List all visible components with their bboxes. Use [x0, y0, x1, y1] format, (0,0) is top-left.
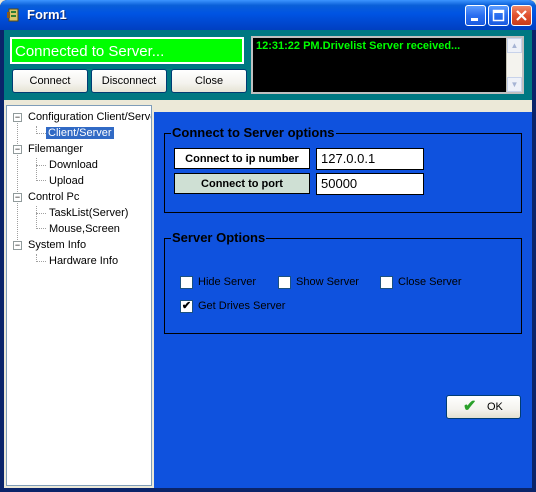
tree-item-label: Client/Server: [46, 127, 114, 139]
window-border: [0, 488, 536, 492]
connection-panel: Connected to Server... Connect Disconnec…: [4, 30, 532, 100]
maximize-icon: [492, 9, 505, 22]
collapse-icon[interactable]: −: [13, 241, 22, 250]
port-label: Connect to port: [174, 173, 310, 194]
log-text: 12:31:22 PM.Drivelist Server received...: [256, 40, 461, 52]
tree-item-label: Configuration Client/Server: [28, 111, 152, 123]
log-textbox[interactable]: 12:31:22 PM.Drivelist Server received...…: [251, 36, 524, 94]
tree-line: [36, 228, 46, 229]
close-button[interactable]: Close: [171, 69, 247, 93]
tree-item-label: Hardware Info: [49, 255, 119, 267]
group-title: Server Options: [171, 230, 267, 245]
log-scrollbar[interactable]: ▲ ▼: [506, 38, 522, 92]
status-text: Connected to Server...: [15, 43, 165, 60]
ok-button[interactable]: ✔ OK: [446, 395, 521, 419]
minimize-icon: [471, 18, 478, 21]
connect-button[interactable]: Connect: [12, 69, 88, 93]
ip-field[interactable]: 127.0.0.1: [316, 148, 424, 170]
app-icon: [7, 8, 19, 22]
tree-line: [36, 180, 46, 181]
group-title: Connect to Server options: [171, 125, 336, 140]
close-icon: [516, 10, 527, 21]
collapse-icon[interactable]: −: [13, 193, 22, 202]
tree-item-configuration[interactable]: Configuration Client/Server: [28, 110, 152, 125]
title-bar[interactable]: Form1: [0, 0, 536, 30]
port-field[interactable]: 50000: [316, 173, 424, 195]
tree-item-label: Control Pc: [28, 191, 80, 203]
main-window: Form1 Connected to Server... Connect Dis…: [0, 0, 536, 492]
checkbox-label: Get Drives Server: [198, 300, 286, 312]
disconnect-button[interactable]: Disconnect: [91, 69, 167, 93]
tree-item-label: Filemanger: [28, 143, 84, 155]
scroll-up-icon[interactable]: ▲: [507, 38, 522, 53]
get-drives-server-checkbox[interactable]: ✔ Get Drives Server: [180, 299, 300, 314]
window-title: Form1: [27, 7, 67, 22]
tree-item-download[interactable]: Download: [49, 158, 98, 173]
tree-item-label: Upload: [49, 175, 84, 187]
tree-item-tasklist[interactable]: TaskList(Server): [49, 206, 128, 221]
checkbox-box[interactable]: [278, 276, 291, 289]
checkbox-box[interactable]: [380, 276, 393, 289]
tree-item-label: TaskList(Server): [49, 207, 129, 219]
tree-item-label: System Info: [28, 239, 87, 251]
tree-item-control-pc[interactable]: Control Pc: [28, 190, 79, 205]
ip-label: Connect to ip number: [174, 148, 310, 169]
tree-line: [17, 118, 18, 246]
tree-line: [36, 261, 46, 262]
checkmark-icon[interactable]: ✔: [180, 300, 193, 313]
scroll-down-icon[interactable]: ▼: [507, 77, 522, 92]
checkbox-label: Hide Server: [198, 276, 257, 288]
minimize-button[interactable]: [465, 5, 486, 26]
tree-line: [36, 213, 46, 214]
tree-item-client-server[interactable]: Client/Server: [46, 126, 114, 141]
tree-item-hardware-info[interactable]: Hardware Info: [49, 254, 118, 269]
tree-item-label: Download: [49, 159, 98, 171]
tree-line: [36, 158, 37, 179]
tree-item-mouse-screen[interactable]: Mouse,Screen: [49, 222, 120, 237]
checkbox-box[interactable]: [180, 276, 193, 289]
tree-line: [36, 206, 37, 227]
checkbox-label: Close Server: [398, 276, 462, 288]
tree-line: [36, 126, 37, 132]
tree-item-filemanger[interactable]: Filemanger: [28, 142, 83, 157]
status-box: Connected to Server...: [10, 37, 244, 64]
tree-item-upload[interactable]: Upload: [49, 174, 84, 189]
navigation-tree[interactable]: − Configuration Client/Server Client/Ser…: [6, 105, 152, 486]
close-window-button[interactable]: [511, 5, 532, 26]
collapse-icon[interactable]: −: [13, 145, 22, 154]
ok-label: OK: [487, 401, 503, 413]
tree-line: [36, 133, 46, 134]
tree-line: [36, 165, 46, 166]
maximize-button[interactable]: [488, 5, 509, 26]
settings-panel: Connect to Server options Connect to ip …: [154, 112, 532, 488]
tree-item-system-info[interactable]: System Info: [28, 238, 86, 253]
tree-item-label: Mouse,Screen: [49, 223, 120, 235]
checkbox-label: Show Server: [296, 276, 359, 288]
checkmark-icon: ✔: [463, 398, 477, 415]
hide-server-checkbox[interactable]: Hide Server: [180, 275, 270, 290]
client-area: Connected to Server... Connect Disconnec…: [4, 30, 532, 488]
show-server-checkbox[interactable]: Show Server: [278, 275, 368, 290]
tree-line: [36, 254, 37, 260]
collapse-icon[interactable]: −: [13, 113, 22, 122]
close-server-checkbox[interactable]: Close Server: [380, 275, 470, 290]
